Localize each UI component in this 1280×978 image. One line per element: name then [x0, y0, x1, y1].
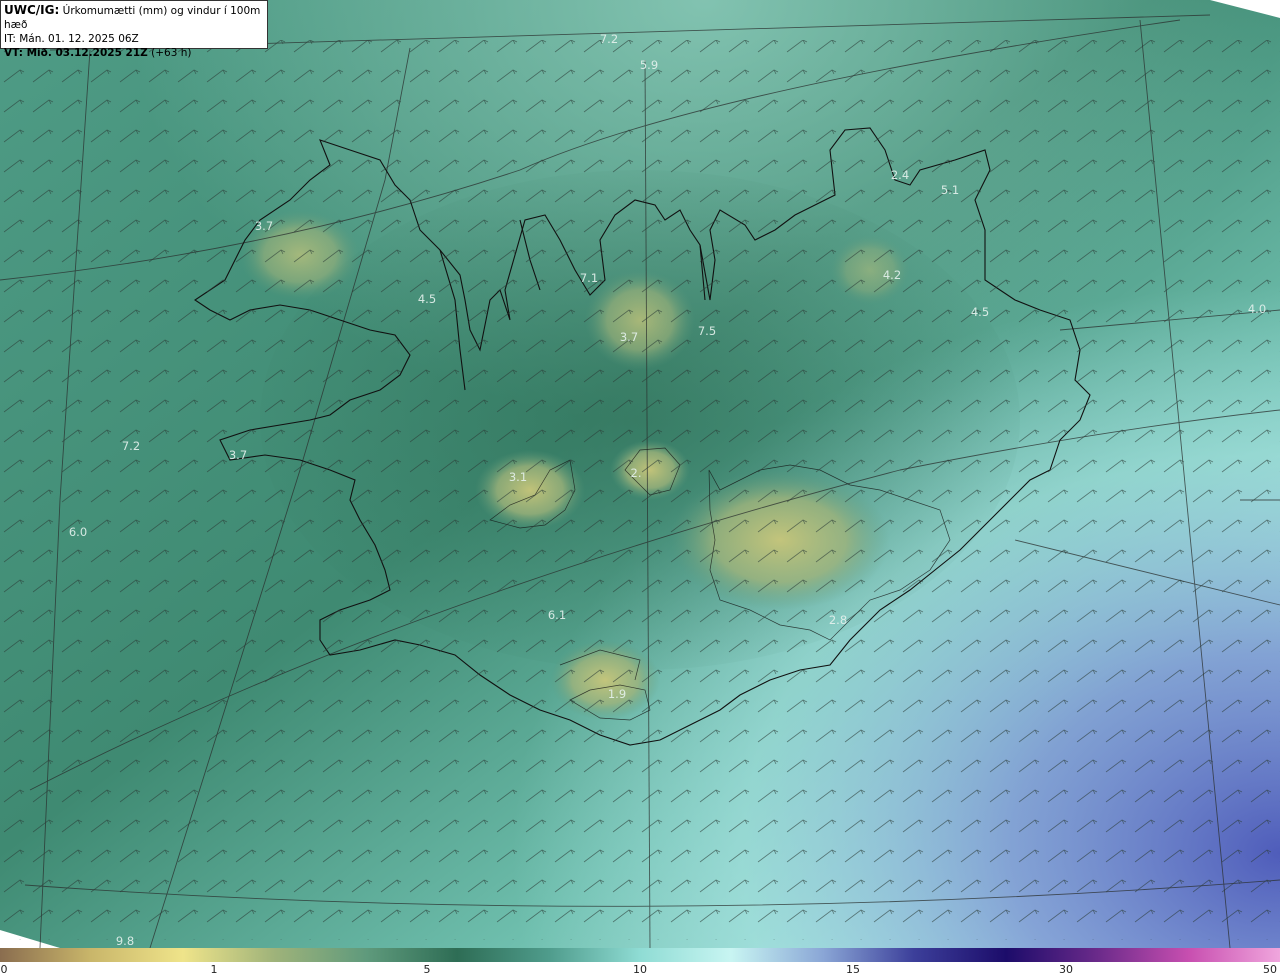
map-label: 3.7	[229, 448, 247, 462]
colorbar-tick: 50	[1263, 963, 1277, 976]
map-label: 7.2	[600, 32, 618, 46]
map-label: 5.1	[941, 183, 959, 197]
colorbar-tick: 0	[0, 963, 8, 976]
colorbar-tick: 30	[1059, 963, 1073, 976]
map-canvas: 7.2 5.9 3.7 2.4 5.1 4.2 7.1 7.5 3.7 4.5 …	[0, 0, 1280, 948]
colorbar-tick: 5	[423, 963, 431, 976]
map-label: 7.5	[698, 324, 716, 338]
forecast-map: 7.2 5.9 3.7 2.4 5.1 4.2 7.1 7.5 3.7 4.5 …	[0, 0, 1280, 948]
map-label: 9.8	[116, 934, 134, 948]
map-label: 3.7	[620, 330, 638, 344]
map-label: 3.1	[509, 470, 527, 484]
map-label: 4.5	[418, 292, 436, 306]
lead-time: (+63 h)	[151, 47, 192, 59]
wind-barbs	[0, 40, 1280, 940]
colorbar-tick: 10	[633, 963, 647, 976]
precip-colorbar: 0 1 5 10 15 30 50	[0, 948, 1280, 978]
map-label: 4.5	[971, 305, 989, 319]
colorbar-gradient	[0, 948, 1280, 962]
map-label: 1.9	[608, 687, 626, 701]
initial-time: IT: Mán. 01. 12. 2025 06Z	[4, 33, 139, 45]
map-label: 5.9	[640, 58, 658, 72]
valid-time: VT: Mið. 03.12.2025 21Z (+63 h)	[4, 46, 264, 60]
map-label: 6.0	[69, 525, 87, 539]
map-label: 3.7	[255, 219, 273, 233]
colorbar-tick: 15	[846, 963, 860, 976]
map-label: 7.1	[580, 271, 598, 285]
map-label: 2.4	[891, 168, 909, 182]
forecast-info-box: UWC/IG: Úrkomumætti (mm) og vindur í 100…	[0, 0, 268, 59]
map-label: 4.0	[1248, 302, 1266, 316]
product-title: UWC/IG: Úrkomumætti (mm) og vindur í 100…	[4, 3, 264, 32]
map-label: 7.2	[122, 439, 140, 453]
map-label: 2.8	[829, 613, 847, 627]
colorbar-tick: 1	[210, 963, 218, 976]
map-label: 6.1	[548, 608, 566, 622]
valid-time-label: VT: Mið. 03.12.2025 21Z	[4, 47, 148, 59]
model-code: UWC/IG:	[4, 3, 60, 17]
map-label: 4.2	[883, 268, 901, 282]
map-label: 2.	[631, 466, 642, 480]
